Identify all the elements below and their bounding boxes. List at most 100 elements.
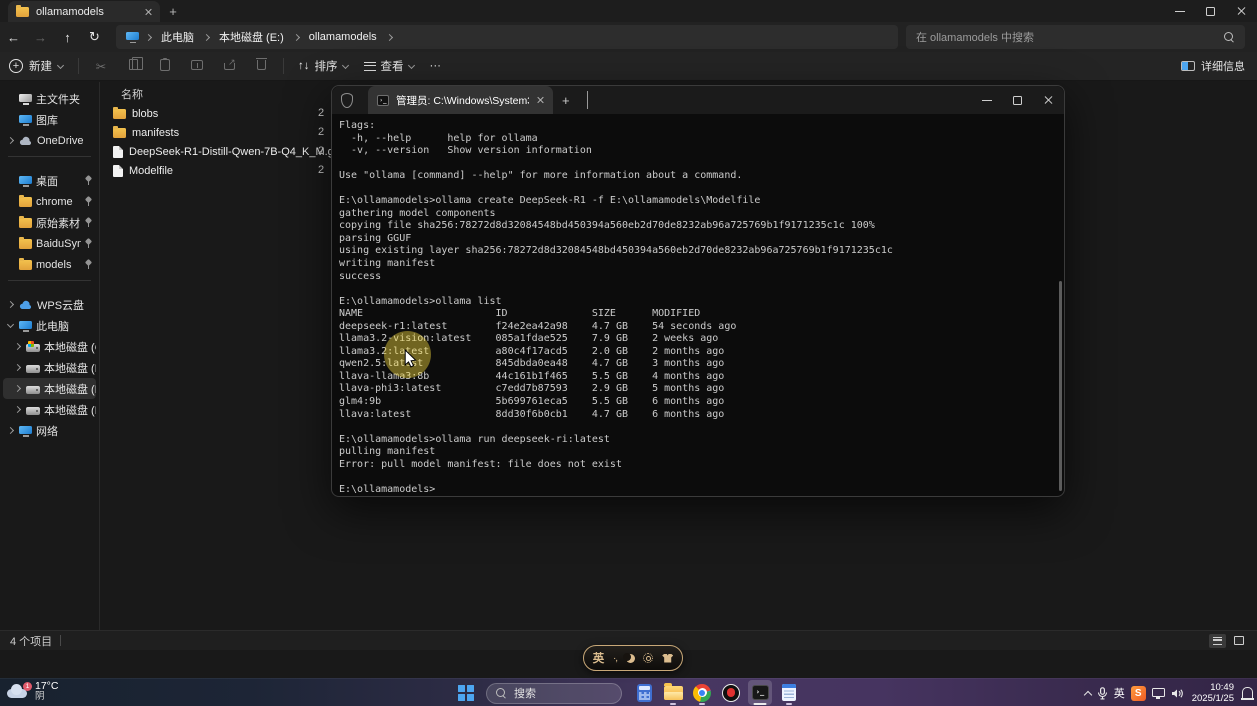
breadcrumb-item[interactable]: 本地磁盘 (E:) bbox=[216, 29, 287, 45]
new-button[interactable]: + 新建 bbox=[0, 58, 72, 74]
terminal-scrollbar[interactable] bbox=[1059, 281, 1062, 491]
explorer-tab[interactable]: ollamamodels bbox=[8, 1, 160, 22]
share-button[interactable] bbox=[213, 59, 245, 73]
terminal-new-tab-button[interactable]: + bbox=[553, 93, 579, 108]
view-button-label: 查看 bbox=[381, 58, 404, 74]
file-name: Modelfile bbox=[129, 165, 173, 177]
terminal-window[interactable]: ›_ 管理员: C:\Windows\System32 + Flags: -h,… bbox=[331, 85, 1065, 497]
sidebar-item-this-pc[interactable]: 此电脑 bbox=[3, 315, 96, 336]
minimize-icon bbox=[982, 100, 992, 101]
gear-icon[interactable] bbox=[643, 653, 653, 663]
taskbar-search[interactable]: 搜索 bbox=[486, 683, 622, 704]
rename-button[interactable] bbox=[181, 59, 213, 73]
search-box[interactable]: 在 ollamamodels 中搜索 bbox=[906, 25, 1245, 49]
new-button-label: 新建 bbox=[29, 58, 52, 74]
ime-mode-button[interactable]: 英 bbox=[593, 650, 605, 666]
ime-punctuation-button[interactable]: ·, bbox=[613, 653, 617, 664]
sort-button-label: 排序 bbox=[315, 58, 338, 74]
details-pane-button[interactable]: 详细信息 bbox=[1181, 58, 1257, 74]
sidebar-item-wps-cloud[interactable]: WPS云盘 bbox=[3, 294, 96, 315]
chevron-right-icon bbox=[14, 343, 21, 350]
details-view-button[interactable] bbox=[1209, 634, 1226, 648]
more-button[interactable]: ··· bbox=[422, 60, 450, 72]
sidebar-item-drive-e[interactable]: 本地磁盘 (E:) bbox=[3, 378, 96, 399]
breadcrumb[interactable]: 此电脑 本地磁盘 (E:) ollamamodels bbox=[116, 25, 898, 49]
terminal-tab[interactable]: ›_ 管理员: C:\Windows\System32 bbox=[368, 86, 553, 114]
ime-language-indicator[interactable]: 英 bbox=[1114, 685, 1125, 701]
taskbar-app-notepad[interactable] bbox=[777, 680, 801, 705]
volume-tray-icon[interactable] bbox=[1171, 688, 1184, 699]
close-icon bbox=[1044, 95, 1054, 105]
hidden-icons-button[interactable] bbox=[1085, 689, 1091, 698]
cut-button[interactable]: ✂ bbox=[85, 59, 117, 74]
taskbar-app-chrome[interactable] bbox=[690, 680, 714, 705]
taskbar-apps: ›_ bbox=[632, 680, 801, 705]
close-button[interactable] bbox=[1226, 0, 1257, 22]
notifications-button[interactable] bbox=[1242, 688, 1253, 699]
sogou-ime-icon[interactable]: S bbox=[1131, 686, 1146, 701]
sidebar-item-label: BaiduSyncdisk bbox=[36, 238, 81, 250]
large-icons-view-button[interactable] bbox=[1230, 634, 1247, 648]
sidebar-item-models[interactable]: models bbox=[3, 254, 96, 275]
microphone-tray-icon[interactable] bbox=[1097, 687, 1108, 700]
taskbar-app-calculator[interactable] bbox=[632, 680, 656, 705]
refresh-button[interactable]: ↻ bbox=[81, 29, 108, 45]
sidebar-item-baidusyncdisk[interactable]: BaiduSyncdisk bbox=[3, 233, 96, 254]
sidebar-item-desktop[interactable]: 桌面 bbox=[3, 170, 96, 191]
column-header-name[interactable]: 名称 bbox=[121, 86, 143, 102]
taskbar-app-explorer[interactable] bbox=[661, 680, 685, 705]
terminal-tab-dropdown[interactable] bbox=[579, 91, 596, 109]
moon-icon[interactable] bbox=[626, 654, 635, 663]
sort-button[interactable]: ↑↓ 排序 bbox=[290, 58, 356, 74]
home-icon bbox=[19, 94, 32, 104]
chevron-right-icon bbox=[293, 33, 300, 40]
breadcrumb-item[interactable]: 此电脑 bbox=[158, 29, 197, 45]
folder-icon bbox=[16, 7, 29, 17]
sidebar-item-gallery[interactable]: 图库 bbox=[3, 109, 96, 130]
search-icon bbox=[1224, 32, 1235, 43]
weather-widget[interactable]: 1 17°C 阴 bbox=[6, 680, 58, 703]
taskbar-app-recorder[interactable] bbox=[719, 680, 743, 705]
terminal-title-bar: ›_ 管理员: C:\Windows\System32 + bbox=[332, 86, 1064, 114]
pin-icon bbox=[85, 176, 92, 185]
new-tab-button[interactable]: + bbox=[160, 1, 186, 22]
paste-icon bbox=[160, 59, 170, 71]
tab-close-icon[interactable] bbox=[144, 8, 152, 16]
back-button[interactable]: ← bbox=[0, 30, 27, 45]
sidebar-item-raw-material[interactable]: 原始素材 bbox=[3, 212, 96, 233]
sidebar-item-drive-c[interactable]: 本地磁盘 (C:) bbox=[3, 336, 96, 357]
chevron-right-icon bbox=[386, 33, 393, 40]
sidebar-item-drive-d[interactable]: 本地磁盘 (D:) bbox=[3, 357, 96, 378]
paste-button[interactable] bbox=[149, 59, 181, 74]
chevron-down-icon bbox=[57, 61, 64, 68]
skin-icon[interactable] bbox=[662, 654, 673, 663]
toolbar-divider bbox=[283, 58, 284, 74]
terminal-maximize-button[interactable] bbox=[1002, 86, 1033, 114]
breadcrumb-item[interactable]: ollamamodels bbox=[306, 31, 380, 43]
taskbar-app-terminal[interactable]: ›_ bbox=[748, 680, 772, 705]
sidebar-item-home[interactable]: 主文件夹 bbox=[3, 88, 96, 109]
taskbar-clock[interactable]: 10:49 2025/1/25 bbox=[1192, 682, 1234, 705]
sidebar-item-onedrive[interactable]: OneDrive bbox=[3, 130, 96, 151]
terminal-close-button[interactable] bbox=[1033, 86, 1064, 114]
copy-button[interactable] bbox=[117, 59, 149, 73]
terminal-minimize-button[interactable] bbox=[971, 86, 1002, 114]
sidebar-item-network[interactable]: 网络 bbox=[3, 420, 96, 441]
terminal-tab-close-icon[interactable] bbox=[536, 96, 544, 104]
admin-shield-icon bbox=[341, 93, 353, 108]
view-button[interactable]: 查看 bbox=[356, 58, 422, 74]
sidebar-item-chrome[interactable]: chrome bbox=[3, 191, 96, 212]
pin-icon bbox=[85, 197, 92, 206]
delete-button[interactable] bbox=[245, 59, 277, 73]
maximize-button[interactable] bbox=[1195, 0, 1226, 22]
ime-status-bar[interactable]: 英 ·, bbox=[583, 645, 683, 671]
desktop-icon bbox=[19, 176, 32, 186]
forward-button[interactable]: → bbox=[27, 30, 54, 45]
pin-icon bbox=[85, 260, 92, 269]
up-button[interactable]: ↑ bbox=[54, 30, 81, 45]
display-tray-icon[interactable] bbox=[1152, 690, 1165, 697]
minimize-button[interactable] bbox=[1164, 0, 1195, 22]
start-button[interactable] bbox=[458, 685, 474, 701]
sidebar-item-drive-f[interactable]: 本地磁盘 (F:) bbox=[3, 399, 96, 420]
running-indicator bbox=[754, 703, 767, 705]
